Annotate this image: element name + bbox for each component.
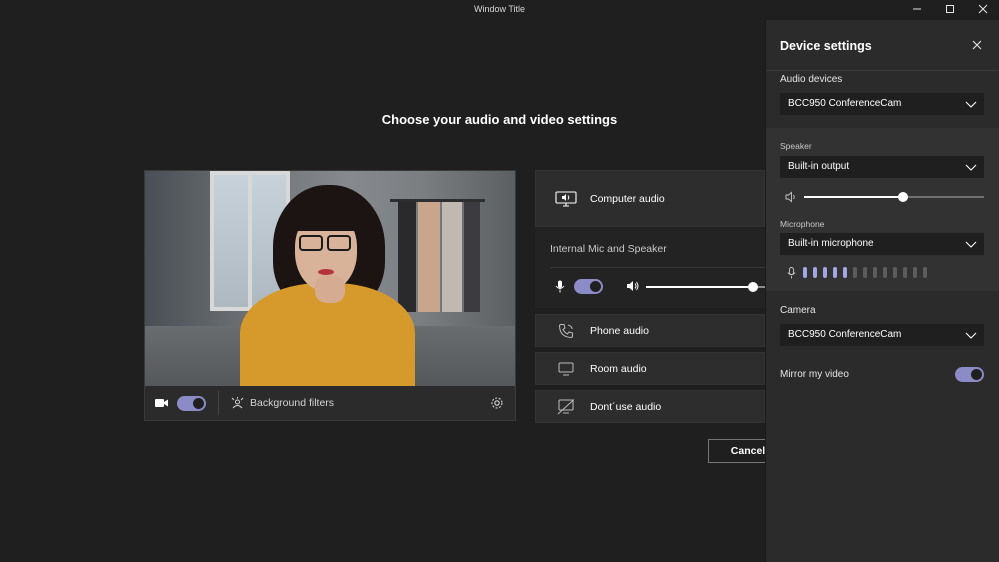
device-settings-panel: Device settings Audio devices BCC950 Con… (765, 20, 999, 562)
phone-audio-label: Phone audio (590, 324, 649, 337)
speaker-volume-icon (627, 281, 639, 291)
computer-audio-label: Computer audio (590, 192, 665, 205)
computer-volume-slider[interactable] (646, 282, 765, 292)
speaker-value: Built-in output (788, 161, 850, 172)
mic-level-bar (883, 267, 887, 278)
maximize-icon (945, 5, 954, 13)
device-settings-title: Device settings (780, 39, 872, 53)
speaker-volume-icon (785, 191, 795, 203)
camera-feed (145, 171, 515, 386)
microphone-value: Built-in microphone (788, 238, 874, 249)
room-audio-option[interactable]: Room audio (535, 352, 765, 385)
internal-mic-speaker-label: Internal Mic and Speaker (550, 243, 667, 255)
mic-level-bar (873, 267, 877, 278)
mic-level-bar (893, 267, 897, 278)
computer-volume-thumb[interactable] (748, 282, 758, 292)
speaker-label: Speaker (780, 141, 812, 151)
mic-level-bar (863, 267, 867, 278)
mic-level-bar (923, 267, 927, 278)
chevron-down-icon (965, 241, 977, 248)
chevron-down-icon (965, 332, 977, 339)
minimize-icon (912, 8, 921, 10)
window-title: Window Title (473, 4, 526, 14)
gear-icon[interactable] (490, 396, 504, 410)
preview-toolbar: Background filters (145, 386, 515, 420)
close-icon[interactable] (971, 39, 983, 51)
window-controls (900, 0, 999, 20)
speaker-volume-slider[interactable] (804, 192, 984, 202)
maximize-button[interactable] (933, 0, 966, 18)
microphone-label: Microphone (780, 219, 825, 229)
microphone-icon (555, 280, 565, 293)
chevron-down-icon (965, 101, 977, 108)
room-audio-icon (554, 360, 578, 378)
mic-level-bar (913, 267, 917, 278)
mic-level-bar (803, 267, 807, 278)
mic-level-bar (843, 267, 847, 278)
camera-label: Camera (780, 305, 816, 316)
speaker-volume-thumb[interactable] (898, 192, 908, 202)
close-icon (978, 4, 987, 14)
mic-level-bar (823, 267, 827, 278)
microphone-dropdown[interactable]: Built-in microphone (780, 233, 984, 255)
microphone-toggle[interactable] (574, 279, 603, 294)
speaker-dropdown[interactable]: Built-in output (780, 156, 984, 178)
audio-devices-dropdown[interactable]: BCC950 ConferenceCam (780, 93, 984, 115)
phone-icon (554, 322, 578, 340)
background-filters-label: Background filters (250, 397, 335, 409)
phone-audio-option[interactable]: Phone audio (535, 314, 765, 347)
microphone-level-meter (803, 267, 933, 278)
audio-devices-value: BCC950 ConferenceCam (788, 98, 902, 109)
mic-level-bar (813, 267, 817, 278)
mirror-video-label: Mirror my video (780, 369, 849, 380)
camera-toggle[interactable] (177, 395, 206, 411)
video-preview: Background filters (144, 170, 516, 421)
mic-level-bar (853, 267, 857, 278)
chevron-down-icon (965, 164, 977, 171)
camera-dropdown[interactable]: BCC950 ConferenceCam (780, 324, 984, 346)
microphone-icon (787, 267, 796, 279)
computer-audio-details: Internal Mic and Speaker (535, 228, 765, 308)
audio-devices-label: Audio devices (780, 74, 843, 85)
toolbar-divider (218, 391, 219, 415)
background-filters-icon (231, 396, 244, 408)
close-window-button[interactable] (966, 0, 999, 18)
no-audio-option[interactable]: Dont´use audio (535, 390, 765, 423)
mic-level-bar (903, 267, 907, 278)
minimize-button[interactable] (900, 0, 933, 18)
title-bar: Window Title (0, 0, 999, 20)
audio-off-icon (554, 398, 578, 416)
background-filters-button[interactable]: Background filters (231, 396, 335, 410)
camera-value: BCC950 ConferenceCam (788, 329, 902, 340)
no-audio-label: Dont´use audio (590, 400, 662, 413)
room-audio-label: Room audio (590, 362, 647, 375)
computer-audio-icon (554, 190, 578, 208)
video-camera-icon (155, 396, 169, 410)
mic-level-bar (833, 267, 837, 278)
computer-audio-option[interactable]: Computer audio (535, 170, 765, 227)
mirror-video-toggle[interactable] (955, 367, 984, 382)
